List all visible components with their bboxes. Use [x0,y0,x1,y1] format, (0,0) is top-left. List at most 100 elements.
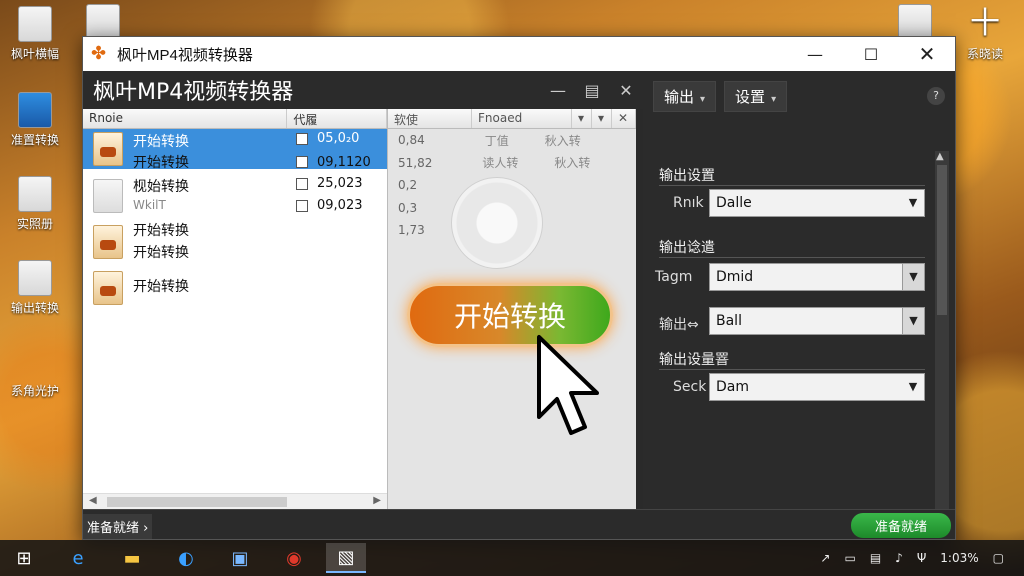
scrollbar-thumb[interactable] [937,165,947,315]
layout-icon[interactable]: ▤ [575,81,609,100]
file-name: WkilT [133,197,166,212]
desktop-icon-label: 准置转换 [10,133,59,147]
tab-label: 输出 [664,88,695,106]
maple-leaf-icon: ✤ [91,43,107,64]
section-title: 输出设量罯 [659,349,925,370]
output-select-3[interactable]: Ball ▼ [709,307,925,335]
file-name: 开始转换 [133,222,189,239]
tab-output[interactable]: 输出 ▾ [653,81,717,112]
list-header: Rnoie 代履 [83,109,387,129]
status-ready-badge: 准备就绪 [850,513,951,538]
document-icon [86,4,120,40]
column-dropdown-icon[interactable]: ▾ [572,109,592,128]
file-value: 25,023 [317,175,363,191]
desktop-icon-converter[interactable]: 准置转换 [0,92,70,148]
tab-label: 设置 [735,88,766,106]
file-name: 开始转换 [133,278,189,295]
file-value: 05,0₂0 [317,131,360,146]
details-header: 软使 Fnoaed ▾ ▾ ✕ [388,109,636,129]
desktop-icon-file[interactable]: 枫叶横幅 [0,6,70,62]
column-header-name[interactable]: Rnoie [83,109,288,128]
usb-icon[interactable]: Ψ [917,551,926,565]
option-label: Tagm [655,269,693,285]
scroll-up-icon[interactable]: ▲ [936,151,944,162]
scroll-right-icon[interactable]: ▶ [373,495,381,506]
app-window: ✤ 枫叶MP4视频转换器 — ☐ ✕ 枫叶MP4视频转换器 — ▤ ✕ Rnoi… [82,36,956,540]
chevron-down-icon: ▼ [902,264,924,290]
file-row[interactable]: 开始转换 开始转换 [83,218,387,266]
document-icon [18,260,52,296]
store-icon[interactable]: ▣ [220,543,260,573]
desktop-icon-output[interactable]: 输出转换 [0,260,70,316]
volume-icon[interactable]: ♪ [895,551,903,565]
file-explorer-icon[interactable]: ▬ [112,543,152,573]
file-icon [18,6,52,42]
output-select-1[interactable]: Dalle ▼ [709,189,925,217]
close-button[interactable]: ✕ [899,37,955,71]
help-icon[interactable]: ? [927,87,945,105]
file-value: 09,1120 [317,154,371,170]
detail-value: 丁值 [484,133,509,148]
notification-icon[interactable]: ▢ [993,551,1004,565]
network-icon[interactable]: ↗ [820,551,830,565]
file-name: 开始转换 [133,134,189,150]
horizontal-scrollbar[interactable]: ◀ ▶ [83,493,387,509]
column-header-size[interactable]: 代履 [287,109,387,128]
column-close-icon[interactable]: ✕ [612,109,636,128]
scroll-left-icon[interactable]: ◀ [89,495,97,506]
select-value: Ball [716,313,742,329]
output-select-2[interactable]: Dmid ▼ [709,263,925,291]
app-icon [18,92,52,128]
chevron-down-icon: ▾ [771,94,777,105]
maximize-button[interactable]: ☐ [843,37,899,71]
detail-value: 1,73 [398,223,425,238]
title-bar[interactable]: ✤ 枫叶MP4视频转换器 — ☐ ✕ [83,37,955,71]
document-icon [898,4,932,40]
windows-start-icon[interactable]: ⊞ [4,543,44,573]
file-name: 枧始转换 [133,178,189,195]
output-select-4[interactable]: Dam ▼ [709,373,925,401]
minimize-button[interactable]: — [787,37,843,71]
close-panel-icon[interactable]: ✕ [609,81,643,100]
app-header: 枫叶MP4视频转换器 — ▤ ✕ [83,71,643,109]
file-row[interactable]: 开始转换 [83,266,387,310]
app-heading: 枫叶MP4视频转换器 [93,80,294,105]
file-checkbox[interactable] [296,133,308,145]
converter-taskbar-icon[interactable]: ▧ [326,543,366,573]
detail-value: 秋入转 [544,133,581,148]
desktop-icon-photo[interactable]: 实照册 [0,176,70,232]
desktop-icon-system[interactable]: 系角光护 [0,382,70,399]
status-text[interactable]: 准备就绪 › [83,514,153,539]
column-header-speed[interactable]: 软使 [388,109,472,128]
desktop-icon-label: 实照册 [16,217,53,231]
browser-icon[interactable]: ◐ [166,543,206,573]
file-list: Rnoie 代履 开始转换 05,0₂0 开始转换 09,1120 枧始转换 2… [83,109,388,509]
details-row: 51,82 读人转 秋入转 [388,152,636,175]
status-bar: 准备就绪 › 准备就绪 [83,509,955,539]
file-row[interactable]: 开始转换 09,1120 [83,151,387,174]
file-checkbox[interactable] [296,199,308,212]
minimize-panel-icon[interactable]: — [541,81,575,100]
file-checkbox[interactable] [296,156,308,168]
file-checkbox[interactable] [296,177,308,190]
column-sort-icon[interactable]: ▾ [592,109,612,128]
edge-browser-icon[interactable]: e [58,543,98,573]
taskbar: ⊞ e ▬ ◐ ▣ ◉ ▧ ↗ ▭ ▤ ♪ Ψ 1:03% ▢ [0,540,1024,576]
column-header-format[interactable]: Fnoaed [472,109,572,128]
battery-icon[interactable]: ▭ [844,551,855,565]
select-value: Dalle [716,195,752,211]
clock[interactable]: 1:03% [940,551,978,565]
chrome-icon[interactable]: ◉ [274,543,314,573]
scrollbar-thumb[interactable] [107,497,287,507]
playback-control-pad[interactable] [451,177,543,269]
settings-scrollbar[interactable]: ▲ ▼ [935,151,949,531]
file-row[interactable]: 枧始转换 25,023 WkilT 09,023 [83,174,387,218]
desktop-icon-reader[interactable]: ⼗ 系晓读 [950,6,1020,62]
chevron-down-icon: ▼ [908,380,918,393]
keyboard-icon[interactable]: ▤ [870,551,881,565]
system-tray: ↗ ▭ ▤ ♪ Ψ 1:03% ▢ [820,540,1024,576]
section-title: 输出设置 [659,165,925,186]
reader-icon: ⼗ [970,6,1000,41]
detail-value: 0,3 [398,200,418,215]
tab-settings[interactable]: 设置 ▾ [724,81,788,112]
